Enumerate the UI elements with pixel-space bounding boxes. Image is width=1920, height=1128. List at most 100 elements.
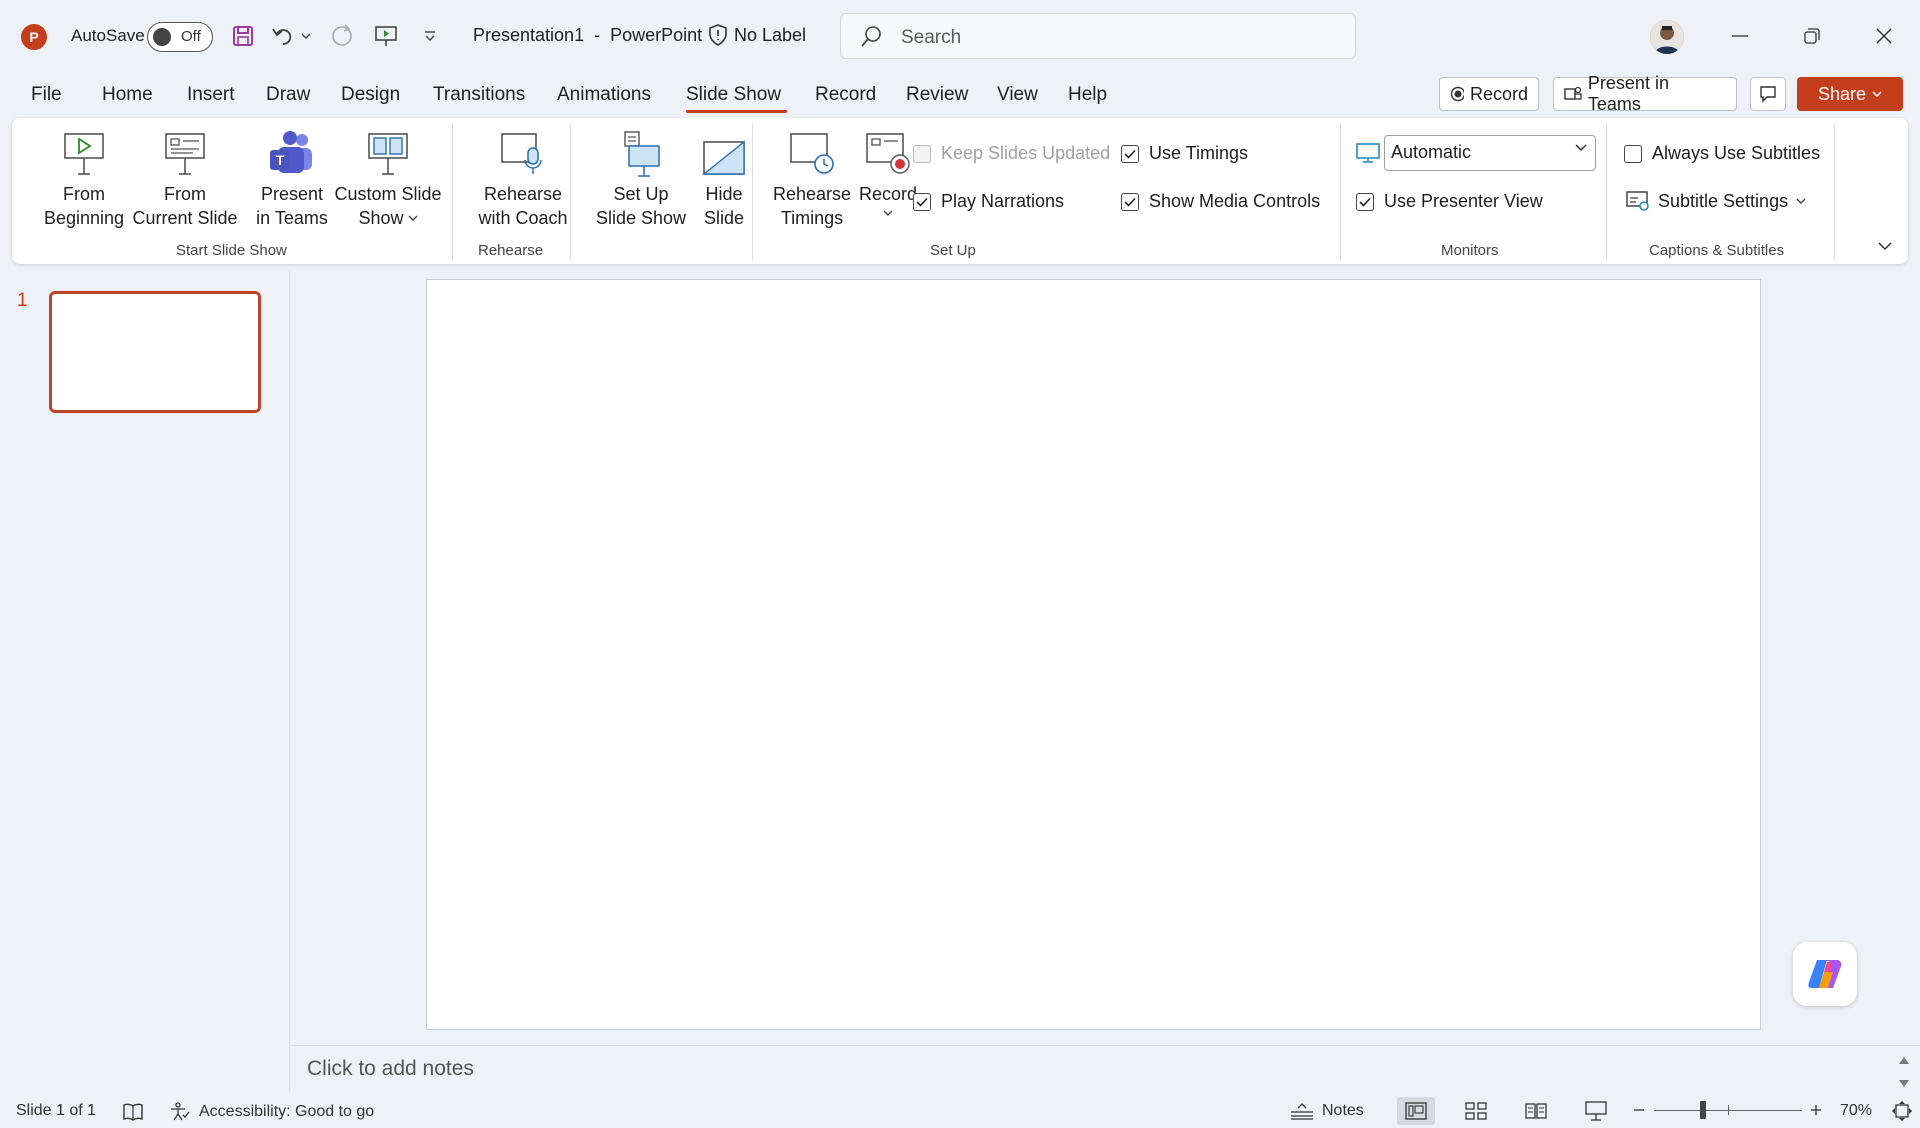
notes-pane[interactable] (290, 1045, 1920, 1092)
normal-view-button[interactable] (1397, 1097, 1435, 1125)
tab-view[interactable]: View (997, 84, 1038, 106)
toggle-knob (153, 28, 171, 46)
redo-icon[interactable] (326, 20, 358, 52)
autosave-toggle[interactable]: Off (147, 22, 213, 52)
record-button-label: Record (1469, 83, 1528, 104)
save-icon[interactable] (227, 20, 259, 52)
sensitivity-label[interactable]: No Label (708, 24, 806, 46)
svg-text:T: T (276, 152, 285, 168)
reading-view-button[interactable] (1517, 1097, 1555, 1125)
slide-count-status[interactable]: Slide 1 of 1 (16, 1102, 96, 1120)
hide-slide-label-1: Hide (705, 184, 743, 204)
group-separator (752, 124, 753, 260)
tab-slide-show[interactable]: Slide Show (686, 84, 781, 106)
scroll-up-icon[interactable] (1898, 1052, 1910, 1070)
notes-toggle-label: Notes (1322, 1102, 1364, 1119)
use-presenter-view-checkbox[interactable]: Use Presenter View (1356, 191, 1543, 212)
ribbon: From Beginning From Current Slide T Pres… (12, 118, 1908, 264)
tab-animations[interactable]: Animations (557, 84, 651, 106)
rehearse-coach-label-2: with Coach (478, 208, 568, 228)
checkbox-box (1356, 192, 1374, 211)
always-use-subtitles-checkbox[interactable]: Always Use Subtitles (1624, 143, 1820, 164)
user-avatar[interactable] (1650, 20, 1684, 54)
present-in-teams-ribbon-label-2: in Teams (256, 208, 328, 228)
zoom-level[interactable]: 70% (1840, 1102, 1872, 1120)
tab-help[interactable]: Help (1068, 84, 1107, 106)
tab-file[interactable]: File (31, 84, 62, 106)
customize-toolbar-icon[interactable] (414, 20, 446, 52)
subtitle-settings-button[interactable]: Subtitle Settings (1626, 190, 1806, 212)
present-in-teams-ribbon-button[interactable]: T Present in Teams (248, 126, 336, 230)
normal-view-icon (1405, 1102, 1427, 1120)
accessibility-status[interactable]: Accessibility: Good to go (169, 1102, 374, 1122)
reading-view-icon (1525, 1103, 1547, 1119)
notes-toggle-button[interactable]: Notes (1290, 1102, 1364, 1120)
tab-home[interactable]: Home (102, 84, 153, 106)
tab-record[interactable]: Record (815, 84, 876, 106)
zoom-out-icon[interactable] (1633, 1103, 1645, 1121)
from-beginning-icon (62, 126, 106, 178)
slide-sorter-view-button[interactable] (1457, 1097, 1495, 1125)
slide-canvas[interactable] (426, 279, 1761, 1030)
undo-dropdown-icon[interactable] (296, 20, 316, 52)
rehearse-timings-icon (788, 126, 836, 178)
checkbox-box (1121, 144, 1139, 163)
book-check-icon (123, 1103, 143, 1121)
rehearse-timings-label-1: Rehearse (772, 184, 852, 204)
show-media-controls-label: Show Media Controls (1149, 191, 1321, 211)
rehearse-timings-label-2: Timings (780, 208, 844, 228)
teams-icon (1564, 86, 1582, 100)
set-up-slide-show-button[interactable]: Set Up Slide Show (582, 126, 700, 230)
present-in-teams-button[interactable]: Present in Teams (1553, 73, 1737, 114)
custom-show-label-2-wrap: Show (358, 206, 418, 230)
keep-slides-updated-checkbox[interactable]: Keep Slides Updated (913, 143, 1110, 164)
spelling-status[interactable] (122, 1102, 144, 1122)
use-timings-checkbox[interactable]: Use Timings (1121, 143, 1248, 164)
slide-thumbnail[interactable] (49, 291, 261, 413)
zoom-in-icon[interactable] (1810, 1103, 1822, 1121)
search-icon (861, 26, 881, 47)
tab-draw[interactable]: Draw (266, 84, 310, 106)
slide-count-text: Slide 1 of 1 (16, 1102, 97, 1119)
share-button[interactable]: Share (1797, 77, 1903, 111)
chevron-down-icon (408, 215, 418, 221)
fit-slide-icon[interactable] (1891, 1100, 1913, 1127)
ribbon-collapse-icon[interactable] (1878, 238, 1892, 256)
play-narrations-checkbox[interactable]: Play Narrations (913, 191, 1064, 212)
copilot-icon (1808, 960, 1842, 988)
show-media-controls-checkbox[interactable]: Show Media Controls (1121, 191, 1320, 212)
autosave-state: Off (181, 28, 201, 45)
checkbox-box (913, 192, 931, 211)
slide-show-view-icon (1585, 1101, 1607, 1121)
zoom-slider-center-tick (1728, 1105, 1729, 1115)
zoom-slider-thumb[interactable] (1700, 1101, 1706, 1119)
comments-button[interactable] (1750, 77, 1786, 111)
notes-placeholder[interactable]: Click to add notes (307, 1057, 474, 1081)
start-from-beginning-icon[interactable] (370, 20, 402, 52)
group-separator (570, 124, 571, 260)
copilot-button[interactable] (1793, 942, 1857, 1006)
scroll-down-icon[interactable] (1898, 1076, 1910, 1094)
play-narrations-label: Play Narrations (941, 191, 1065, 211)
record-ribbon-label: Record (858, 184, 918, 204)
pane-divider[interactable] (289, 270, 290, 1092)
check-icon (1124, 149, 1136, 159)
minimize-icon[interactable] (1720, 18, 1760, 54)
always-use-subtitles-label: Always Use Subtitles (1652, 143, 1821, 163)
record-button[interactable]: Record (1439, 77, 1539, 111)
from-current-slide-button[interactable]: From Current Slide (120, 126, 250, 230)
tab-insert[interactable]: Insert (187, 84, 235, 106)
tab-transitions[interactable]: Transitions (433, 84, 525, 106)
check-icon (916, 197, 928, 207)
checkbox-box (1624, 144, 1642, 163)
tab-design[interactable]: Design (341, 84, 400, 106)
subtitle-settings-label: Subtitle Settings (1658, 190, 1789, 211)
close-icon[interactable] (1864, 18, 1904, 54)
restore-icon[interactable] (1792, 18, 1832, 54)
rehearse-with-coach-button[interactable]: Rehearse with Coach (462, 126, 584, 230)
custom-slide-show-button[interactable]: Custom Slide Show (328, 126, 448, 230)
monitor-select[interactable]: Automatic (1384, 135, 1596, 171)
tab-review[interactable]: Review (906, 84, 968, 106)
slide-show-view-button[interactable] (1577, 1097, 1615, 1125)
search-input[interactable]: Search (840, 13, 1356, 59)
